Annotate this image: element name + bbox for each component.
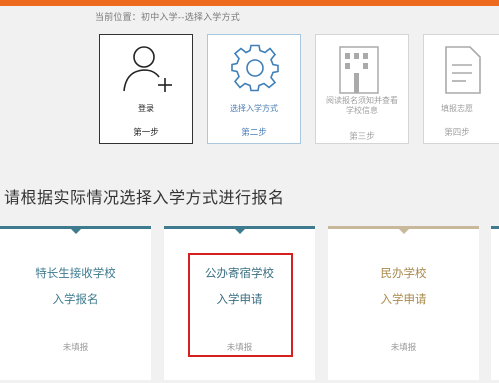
card-title: 民办学校	[380, 266, 427, 280]
card-subtitle: 入学申请	[216, 292, 263, 306]
step-title: 登录	[138, 104, 154, 113]
step-title: 填报志愿	[441, 104, 473, 113]
card-notch	[70, 229, 81, 234]
step-number: 第四步	[444, 128, 470, 138]
breadcrumb: 当前位置：初中入学--选择入学方式	[95, 13, 240, 23]
card-title: 特长生接收学校	[35, 266, 116, 280]
card-title: 公办寄宿学校	[205, 266, 274, 280]
card-status: 未填报	[390, 343, 417, 353]
card-partial[interactable]	[491, 226, 499, 380]
card-status: 未填报	[226, 343, 253, 353]
step-fill-preferences[interactable]: 填报志愿 第四步	[423, 34, 499, 144]
user-add-icon	[100, 43, 192, 99]
step-number: 第三步	[349, 132, 375, 142]
card-private-school[interactable]: 民办学校 入学申请 未填报	[328, 226, 479, 380]
top-accent-bar	[0, 0, 499, 6]
card-public-boarding-school[interactable]: 公办寄宿学校 入学申请 未填报	[164, 226, 315, 380]
step-title: 阅读报名须知并查看学校信息	[326, 96, 398, 115]
building-icon	[316, 43, 408, 99]
step-number: 第二步	[241, 128, 267, 138]
step-read-notice[interactable]: 阅读报名须知并查看学校信息 第三步	[315, 34, 409, 144]
card-status: 未填报	[62, 343, 89, 353]
card-subtitle: 入学申请	[380, 292, 427, 306]
card-notch	[398, 229, 409, 234]
document-icon	[424, 43, 499, 99]
card-specialty-school[interactable]: 特长生接收学校 入学报名 未填报	[0, 226, 151, 380]
step-title: 选择入学方式	[230, 104, 278, 113]
step-choose-method[interactable]: 选择入学方式 第二步	[207, 34, 301, 144]
section-title: 请根据实际情况选择入学方式进行报名	[4, 188, 285, 207]
gear-icon	[208, 43, 300, 99]
step-login[interactable]: 登录 第一步	[99, 34, 193, 144]
step-number: 第一步	[133, 128, 159, 138]
card-notch	[234, 229, 245, 234]
card-subtitle: 入学报名	[52, 292, 99, 306]
